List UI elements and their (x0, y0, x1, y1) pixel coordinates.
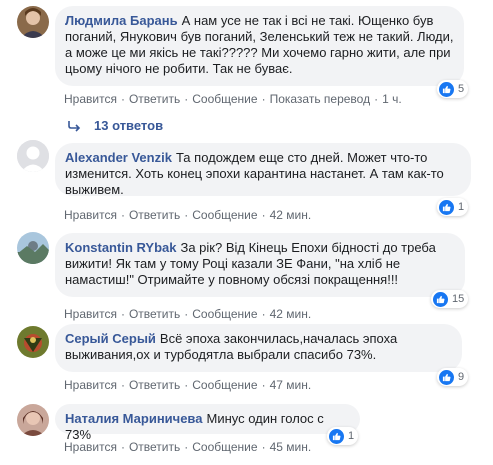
thumbs-up-icon (439, 81, 454, 97)
reaction-number: 15 (452, 293, 465, 305)
reply-link[interactable]: Ответить (129, 307, 180, 321)
comment-actions: Нравится · Ответить · Сообщение · 45 мин. (64, 440, 312, 454)
reply-link[interactable]: Ответить (129, 440, 180, 454)
message-link[interactable]: Сообщение (192, 440, 257, 454)
comment-bubble: Alexander Venzik Та подождем еще сто дней… (55, 143, 471, 197)
comment-author[interactable]: Konstantin RYbak (65, 240, 176, 255)
message-link[interactable]: Сообщение (192, 92, 257, 106)
comment-time[interactable]: 47 мин. (270, 378, 312, 392)
comment-author[interactable]: Людмила Барань (65, 13, 178, 28)
avatar[interactable] (17, 404, 49, 436)
avatar[interactable] (17, 326, 49, 358)
translate-link[interactable]: Показать перевод (270, 92, 371, 106)
comment-author[interactable]: Серый Серый (65, 331, 156, 346)
reply-link[interactable]: Ответить (129, 208, 180, 222)
reaction-number: 9 (458, 371, 465, 383)
reply-link[interactable]: Ответить (129, 92, 180, 106)
reaction-count[interactable]: 5 (437, 80, 469, 98)
comment-time[interactable]: 1 ч. (382, 92, 402, 106)
comment-actions: Нравится · Ответить · Сообщение · 42 мин. (64, 307, 312, 321)
reaction-count[interactable]: 15 (431, 290, 469, 308)
like-link[interactable]: Нравится (64, 307, 117, 321)
like-link[interactable]: Нравится (64, 92, 117, 106)
comment-actions: Нравится · Ответить · Сообщение · 42 мин. (64, 208, 312, 222)
comment-bubble: Людмила Барань А нам усе не так і всі не … (55, 6, 464, 86)
reaction-count[interactable]: 9 (437, 368, 469, 386)
reaction-number: 1 (348, 430, 355, 442)
comment-time[interactable]: 45 мин. (270, 440, 312, 454)
reaction-number: 5 (458, 83, 465, 95)
message-link[interactable]: Сообщение (192, 378, 257, 392)
thumbs-up-icon (433, 291, 448, 307)
comment-time[interactable]: 42 мин. (270, 307, 312, 321)
comment-actions: Нравится · Ответить · Сообщение · 47 мин. (64, 378, 312, 392)
thumbs-up-icon (439, 199, 454, 215)
comment-author[interactable]: Alexander Venzik (65, 150, 172, 165)
comment-bubble: Наталия Мариничева Минус один голос с 73% (55, 404, 360, 442)
comment-author[interactable]: Наталия Мариничева (65, 411, 202, 426)
comment-bubble: Серый Серый Всё эпоха закончилась,началас… (55, 324, 462, 372)
comment-time[interactable]: 42 мин. (270, 208, 312, 222)
reply-arrow-icon (68, 120, 82, 132)
like-link[interactable]: Нравится (64, 378, 117, 392)
reply-link[interactable]: Ответить (129, 378, 180, 392)
like-link[interactable]: Нравится (64, 208, 117, 222)
reaction-count[interactable]: 1 (437, 198, 469, 216)
avatar[interactable] (17, 140, 49, 172)
replies-count: 13 ответов (94, 118, 164, 133)
message-link[interactable]: Сообщение (192, 307, 257, 321)
message-link[interactable]: Сообщение (192, 208, 257, 222)
view-replies-link[interactable]: 13 ответов (68, 118, 163, 133)
avatar[interactable] (17, 6, 49, 38)
reaction-count[interactable]: 1 (327, 427, 359, 445)
comment-actions: Нравится · Ответить · Сообщение · Показать пер… (64, 92, 402, 106)
thumbs-up-icon (439, 369, 454, 385)
avatar[interactable] (17, 232, 49, 264)
like-link[interactable]: Нравится (64, 440, 117, 454)
comment-bubble: Konstantin RYbak За рік? Від Кінець Епохи… (55, 233, 465, 297)
thumbs-up-icon (329, 428, 344, 444)
reaction-number: 1 (458, 201, 465, 213)
